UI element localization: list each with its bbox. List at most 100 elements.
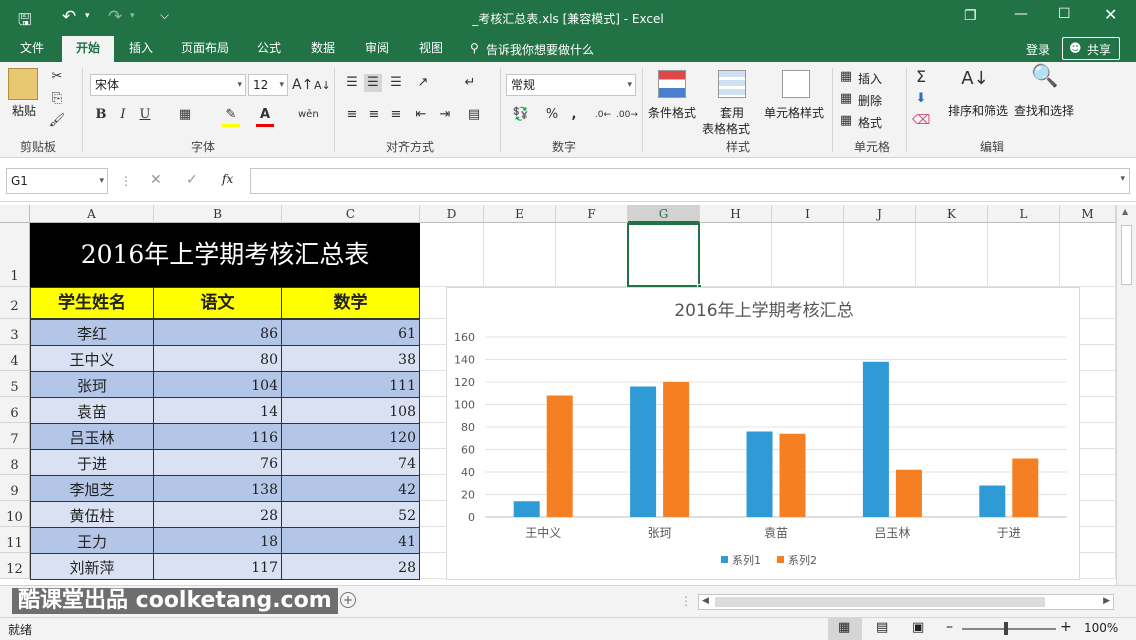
chinese-score-cell[interactable]: 28 — [153, 501, 282, 528]
bar-1-袁苗[interactable] — [746, 431, 773, 518]
sheet-title-cell[interactable]: 2016年上学期考核汇总表 — [30, 223, 420, 287]
fill-color-icon[interactable]: ✎ — [222, 106, 240, 127]
selected-cell-g1[interactable] — [627, 223, 700, 287]
math-score-cell[interactable]: 41 — [281, 527, 420, 554]
align-center-icon[interactable]: ≡ — [366, 106, 382, 124]
zoom-slider-thumb[interactable] — [1004, 622, 1008, 635]
format-as-table-label-1[interactable]: 套用 — [720, 104, 744, 121]
row-header-7[interactable]: 7 — [0, 423, 30, 449]
math-score-cell[interactable]: 52 — [281, 501, 420, 528]
column-header-k[interactable]: K — [916, 205, 988, 223]
name-cell[interactable]: 于进 — [30, 449, 154, 476]
increase-decimal-icon[interactable]: .0← — [594, 106, 612, 124]
merge-center-icon[interactable]: ▤ — [464, 106, 484, 124]
conditional-format-icon[interactable] — [658, 70, 686, 98]
chinese-score-cell[interactable]: 86 — [153, 319, 282, 346]
scroll-up-icon[interactable]: ▲ — [1122, 207, 1128, 216]
header-name[interactable]: 学生姓名 — [30, 287, 154, 319]
paste-button[interactable]: 粘贴 — [12, 102, 36, 119]
tab-view[interactable]: 视图 — [408, 36, 454, 62]
font-name-select[interactable]: 宋体 ▾ — [90, 74, 246, 96]
bar-2-张珂[interactable] — [663, 382, 690, 517]
font-size-select[interactable]: 12 ▾ — [248, 74, 288, 96]
column-header-g[interactable]: G — [628, 205, 700, 223]
empty-cell[interactable] — [988, 223, 1060, 287]
bar-2-袁苗[interactable] — [779, 433, 806, 517]
column-header-i[interactable]: I — [772, 205, 844, 223]
number-format-select[interactable]: 常规 ▾ — [506, 74, 636, 96]
copy-icon[interactable]: ⎘ — [48, 90, 66, 108]
math-score-cell[interactable]: 111 — [281, 371, 420, 398]
name-cell[interactable]: 刘新萍 — [30, 553, 154, 580]
format-as-table-label-2[interactable]: 表格格式 — [702, 120, 750, 137]
format-cells-icon[interactable]: ▦ — [838, 112, 854, 130]
formula-input[interactable]: ▾ — [250, 168, 1130, 194]
column-header-e[interactable]: E — [484, 205, 556, 223]
empty-cell[interactable] — [484, 223, 556, 287]
row-header-11[interactable]: 11 — [0, 527, 30, 553]
name-box[interactable]: G1 ▾ — [6, 168, 108, 194]
name-cell[interactable]: 张珂 — [30, 371, 154, 398]
currency-icon[interactable]: 💱 — [510, 106, 532, 124]
tab-home[interactable]: 开始 — [62, 36, 114, 62]
save-icon[interactable]: 🖫 — [18, 9, 32, 36]
math-score-cell[interactable]: 61 — [281, 319, 420, 346]
row-header-2[interactable]: 2 — [0, 287, 30, 319]
horizontal-scrollbar[interactable]: ◀ ▶ — [698, 594, 1114, 610]
align-top-icon[interactable]: ☰ — [344, 74, 360, 92]
redo-dropdown-icon[interactable]: ▾ — [130, 11, 135, 21]
share-button[interactable]: ☻ 共享 — [1062, 37, 1120, 60]
empty-cell[interactable] — [420, 223, 484, 287]
find-select-button[interactable]: 查找和选择 — [1014, 102, 1074, 119]
chinese-score-cell[interactable]: 76 — [153, 449, 282, 476]
page-break-view-icon[interactable]: ▣ — [912, 620, 924, 635]
row-header-9[interactable]: 9 — [0, 475, 30, 501]
format-painter-icon[interactable]: 🖌 — [48, 112, 66, 130]
name-cell[interactable]: 王力 — [30, 527, 154, 554]
chinese-score-cell[interactable]: 18 — [153, 527, 282, 554]
tell-me-box[interactable]: 告诉我你想要做什么 — [486, 41, 594, 58]
phonetic-icon[interactable]: wēn — [298, 106, 319, 124]
column-header-l[interactable]: L — [988, 205, 1060, 223]
name-cell[interactable]: 吕玉林 — [30, 423, 154, 450]
empty-cell[interactable] — [772, 223, 844, 287]
orientation-icon[interactable]: ↗ — [414, 74, 432, 92]
bar-1-张珂[interactable] — [630, 386, 657, 518]
row-header-3[interactable]: 3 — [0, 319, 30, 345]
scroll-right-icon[interactable]: ▶ — [1103, 596, 1110, 606]
bar-2-于进[interactable] — [1012, 458, 1039, 518]
cancel-icon[interactable]: ✕ — [150, 172, 162, 188]
row-header-12[interactable]: 12 — [0, 553, 30, 579]
undo-icon[interactable]: ↶ — [62, 7, 76, 27]
bar-2-吕玉林[interactable] — [895, 469, 922, 517]
tab-formulas[interactable]: 公式 — [246, 36, 292, 62]
empty-cell[interactable] — [1060, 223, 1116, 287]
cut-icon[interactable]: ✂ — [48, 68, 66, 86]
chinese-score-cell[interactable]: 117 — [153, 553, 282, 580]
align-left-icon[interactable]: ≡ — [344, 106, 360, 124]
column-header-a[interactable]: A — [30, 205, 154, 223]
math-score-cell[interactable]: 74 — [281, 449, 420, 476]
autosum-icon[interactable]: Σ — [912, 68, 930, 86]
paste-icon[interactable] — [8, 68, 38, 100]
math-score-cell[interactable]: 38 — [281, 345, 420, 372]
login-link[interactable]: 登录 — [1026, 41, 1050, 58]
chinese-score-cell[interactable]: 138 — [153, 475, 282, 502]
header-math[interactable]: 数学 — [281, 287, 420, 319]
ribbon-display-options-icon[interactable]: ❐ — [964, 8, 977, 24]
bar-1-吕玉林[interactable] — [862, 361, 889, 517]
row-header-8[interactable]: 8 — [0, 449, 30, 475]
cell-styles-icon[interactable] — [782, 70, 810, 98]
italic-button[interactable]: I — [116, 106, 130, 124]
font-color-icon[interactable]: A — [256, 106, 274, 127]
empty-cell[interactable] — [916, 223, 988, 287]
chinese-score-cell[interactable]: 104 — [153, 371, 282, 398]
row-header-1[interactable]: 1 — [0, 223, 30, 287]
zoom-level[interactable]: 100% — [1084, 621, 1118, 635]
tab-file[interactable]: 文件 — [8, 36, 56, 62]
row-header-5[interactable]: 5 — [0, 371, 30, 397]
row-header-4[interactable]: 4 — [0, 345, 30, 371]
sort-filter-button[interactable]: 排序和筛选 — [948, 102, 1008, 119]
scroll-left-icon[interactable]: ◀ — [702, 596, 709, 606]
clear-icon[interactable]: ⌫ — [912, 112, 930, 130]
